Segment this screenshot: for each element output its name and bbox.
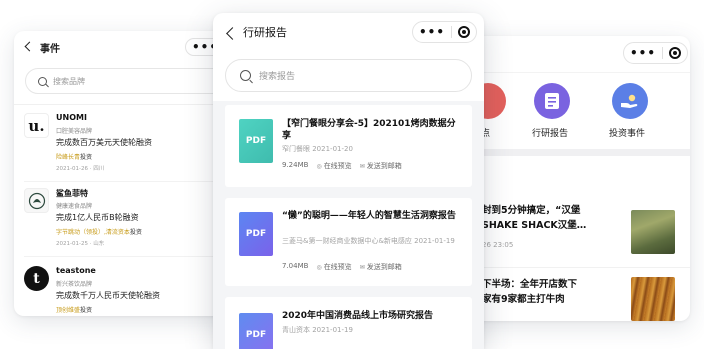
investor-line: 险峰长青投资 xyxy=(56,154,93,161)
search-placeholder: 搜索报告 xyxy=(259,72,296,82)
divider xyxy=(458,72,690,73)
report-card[interactable]: PDF 【窄门餐眼分享会-5】202101烤肉数据分享 窄门餐眼 2021-01… xyxy=(225,105,472,187)
search-icon xyxy=(240,70,251,81)
event-date: 2021-01-26 · 四川 xyxy=(56,166,105,172)
news-title-line[interactable]: 家有9家都主打牛肉 xyxy=(482,293,565,307)
search-placeholder: 搜索品牌 xyxy=(53,76,85,86)
pdf-file-icon: PDF xyxy=(239,313,273,349)
brand-category: 健康速食品牌 xyxy=(56,203,93,210)
search-input[interactable]: 搜索品牌 xyxy=(25,68,237,94)
news-title-line[interactable]: SHAKE SHACK汉堡… xyxy=(482,219,586,233)
search-input[interactable]: 搜索报告 xyxy=(225,59,472,92)
more-icon[interactable]: ••• xyxy=(413,25,451,39)
page-title: 行研报告 xyxy=(243,26,287,39)
category-label[interactable]: 行研报告 xyxy=(532,126,568,139)
eye-icon: ◎ xyxy=(316,163,322,170)
event-description: 完成1亿人民币B轮融资 xyxy=(56,213,139,222)
page-title: 事件 xyxy=(40,44,60,55)
news-time: 26 23:05 xyxy=(482,241,514,249)
report-title: “懒”的聪明——年轻人的智慧生活洞察报告 xyxy=(282,211,456,221)
search-icon xyxy=(38,76,47,86)
brand-logo: u. xyxy=(24,113,49,138)
report-actions: 7.04MB ◎ 在线预览 ✉ 发送到邮箱 xyxy=(282,262,402,272)
teastone-logo-icon: t xyxy=(24,266,49,291)
event-description: 完成数千万人民币天使轮融资 xyxy=(56,291,160,300)
back-arrow-icon[interactable] xyxy=(24,41,35,52)
brand-category: 新兴茶饮品牌 xyxy=(56,281,93,288)
shark-logo-icon xyxy=(24,188,49,213)
brand-name: teastone xyxy=(56,266,96,275)
news-title-line[interactable]: 下半场：全年开店数下 xyxy=(482,278,577,292)
reports-screen: 行研报告 ••• 搜索报告 PDF 【窄门餐眼分享会-5】202101烤肉数据分… xyxy=(213,13,484,349)
news-thumbnail[interactable] xyxy=(631,210,675,254)
more-icon[interactable]: ••• xyxy=(624,46,662,60)
mail-icon: ✉ xyxy=(359,264,365,271)
close-target-icon[interactable] xyxy=(669,47,682,59)
mini-program-capsule[interactable]: ••• xyxy=(412,21,478,43)
divider xyxy=(458,267,690,268)
event-date: 2021-01-25 · 山东 xyxy=(56,241,105,247)
brand-name: UNOMI xyxy=(56,113,87,122)
divider xyxy=(14,104,246,105)
news-thumbnail[interactable] xyxy=(631,277,675,321)
send-email-link[interactable]: ✉ 发送到邮箱 xyxy=(360,161,402,171)
invest-hand-icon[interactable] xyxy=(612,83,648,119)
events-screen: 事件 ••• 搜索品牌 u. UNOMI 口腔美容品牌 完成数百万美元天使轮融资… xyxy=(14,31,246,316)
capsule-divider xyxy=(662,47,664,59)
investor-line: 字节跳动（领投）,清流资本投资 xyxy=(56,229,142,236)
brand-category: 口腔美容品牌 xyxy=(56,128,93,135)
eye-icon: ◎ xyxy=(316,264,322,271)
file-size: 7.04MB xyxy=(282,262,309,270)
file-size: 9.24MB xyxy=(282,161,309,169)
preview-link[interactable]: ◎ 在线预览 xyxy=(316,262,351,272)
report-meta: 三菱马&第一财经商业数据中心&新电感应 2021-01-19 xyxy=(282,237,455,245)
preview-link[interactable]: ◎ 在线预览 xyxy=(316,161,351,171)
event-description: 完成数百万美元天使轮融资 xyxy=(56,138,152,147)
brand-name: 鲨鱼菲特 xyxy=(56,189,88,198)
report-actions: 9.24MB ◎ 在线预览 ✉ 发送到邮箱 xyxy=(282,161,402,171)
report-icon[interactable] xyxy=(534,83,570,119)
section-divider xyxy=(458,149,690,156)
news-title-line[interactable]: 封到5分钟搞定，“汉堡 xyxy=(482,204,580,218)
report-title: 【窄门餐眼分享会-5】202101烤肉数据分享 xyxy=(282,119,456,141)
mini-program-capsule[interactable]: ••• xyxy=(623,42,689,64)
home-screen: ••• 点 行研报告 投资事件 封到5分钟搞定，“汉堡 SHAKE SHACK汉… xyxy=(458,36,690,321)
report-card[interactable]: PDF 2020年中国消费品线上市场研究报告 青山资本 2021-01-19 xyxy=(225,297,472,349)
category-label[interactable]: 投资事件 xyxy=(609,126,645,139)
divider xyxy=(24,181,239,182)
pdf-file-icon: PDF xyxy=(239,212,273,256)
mail-icon: ✉ xyxy=(359,163,365,170)
report-meta: 窄门餐眼 2021-01-20 xyxy=(282,145,353,153)
back-arrow-icon[interactable] xyxy=(226,27,239,40)
close-target-icon[interactable] xyxy=(458,26,471,38)
report-card[interactable]: PDF “懒”的聪明——年轻人的智慧生活洞察报告 三菱马&第一财经商业数据中心&… xyxy=(225,198,472,286)
report-title: 2020年中国消费品线上市场研究报告 xyxy=(282,311,434,321)
divider xyxy=(24,256,239,257)
send-email-link[interactable]: ✉ 发送到邮箱 xyxy=(360,262,402,272)
report-meta: 青山资本 2021-01-19 xyxy=(282,326,353,334)
investor-line: 顶创维盛投资 xyxy=(56,307,93,314)
capsule-divider xyxy=(451,26,453,38)
pdf-file-icon: PDF xyxy=(239,119,273,163)
